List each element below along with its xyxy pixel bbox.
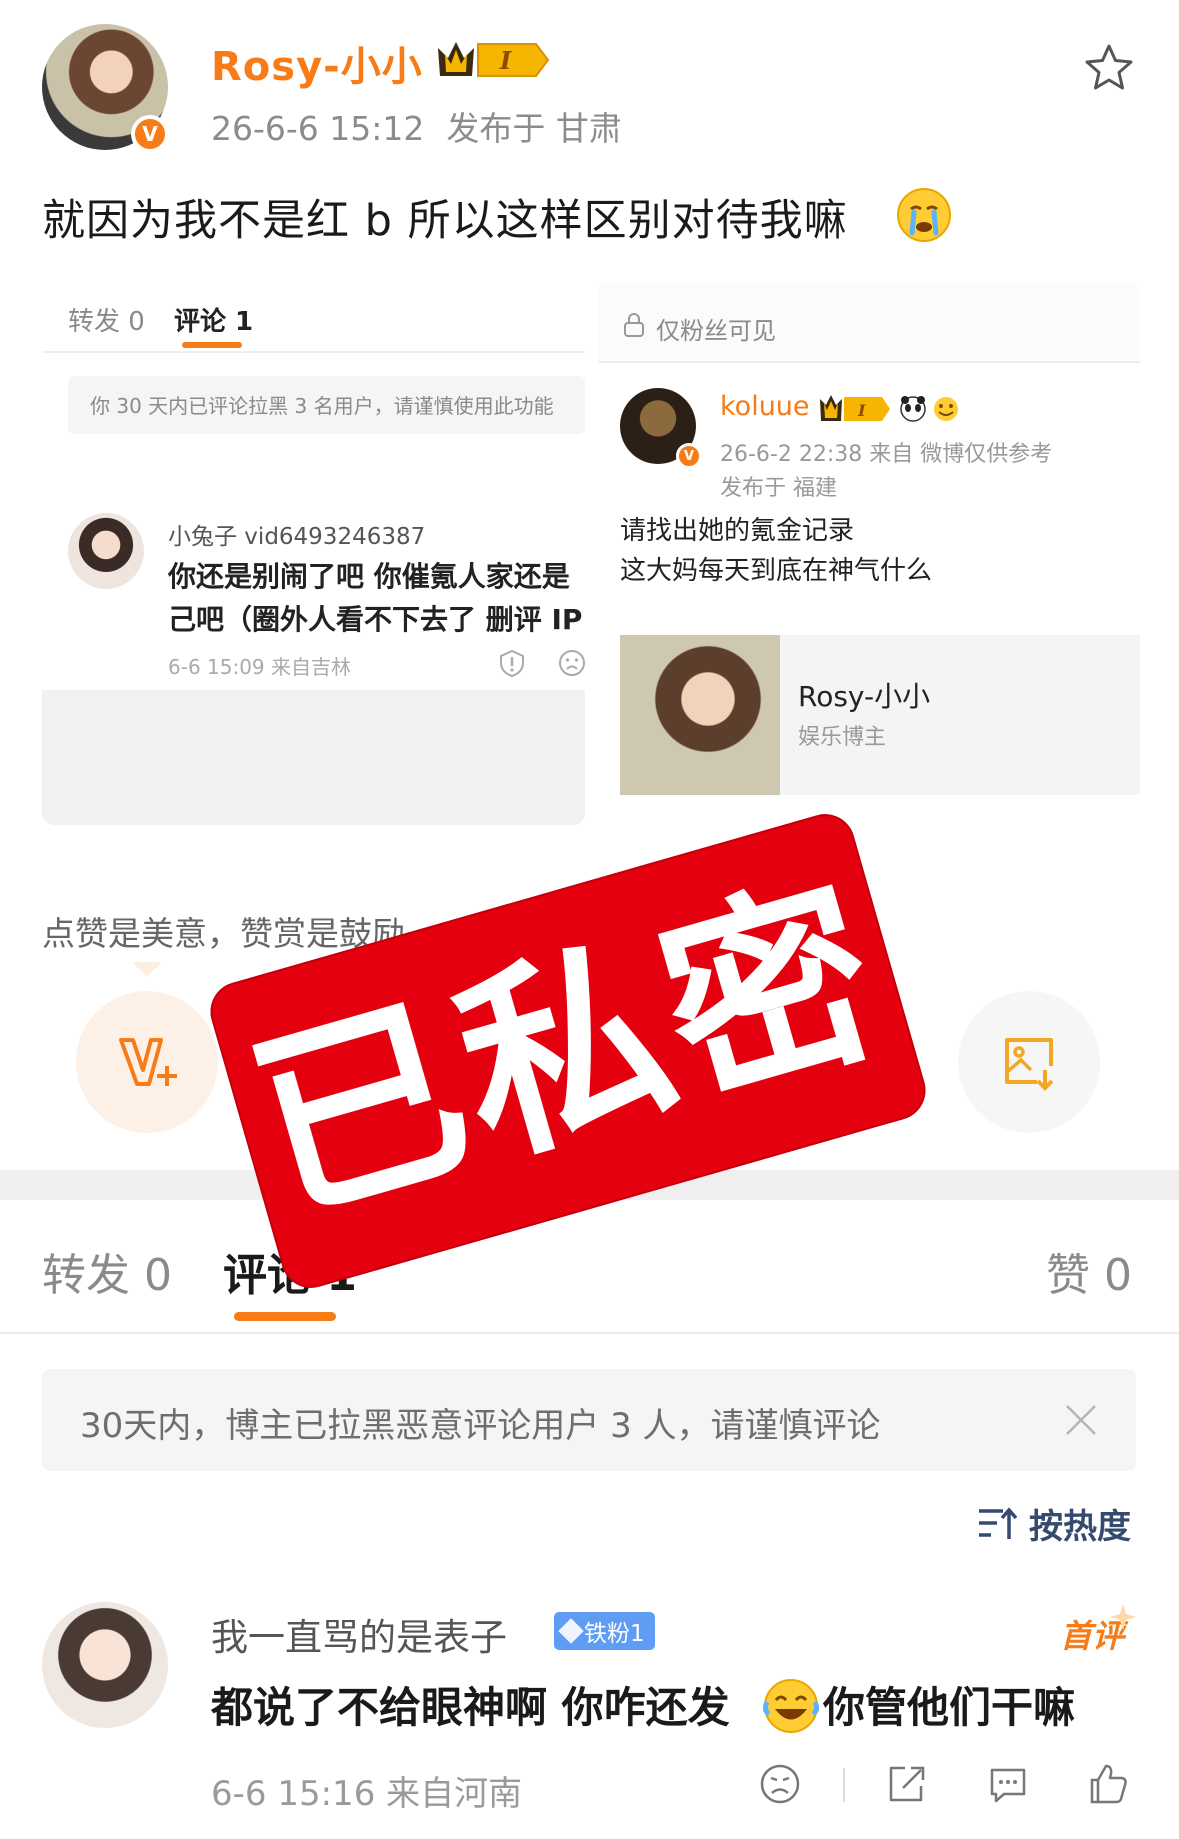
crown-level-badge-icon: I — [438, 42, 550, 77]
embedded-tab-underline — [182, 342, 242, 348]
comment-text-continued: 你管他们干嘛 — [823, 1683, 1076, 1732]
reply-icon[interactable] — [986, 1762, 1030, 1806]
embedded-tab-bar: 转发 0 评论 1 — [42, 285, 585, 353]
post-text: 就因为我不是红 b 所以这样区别对待我嘛 — [42, 196, 848, 246]
tab-repost[interactable]: 转发 0 — [42, 1239, 172, 1303]
visibility-label: 仅粉丝可见 — [656, 317, 776, 345]
embedded-post-location: 发布于 福建 — [720, 476, 837, 501]
crying-emoji-icon — [897, 188, 951, 242]
embedded-tab-repost: 转发 0 — [68, 307, 145, 337]
share-icon[interactable] — [883, 1762, 927, 1806]
report-icon — [500, 649, 524, 678]
save-image-icon — [1005, 1038, 1054, 1091]
author-name[interactable]: Rosy-小小 — [211, 34, 423, 92]
fan-badge: 铁粉1 — [554, 1612, 655, 1650]
lock-icon — [624, 313, 644, 337]
embedded-blacklist-notice: 你 30 天内已评论拉黑 3 名用户，请谨慎使用此功能 — [68, 376, 585, 434]
embedded-commenter-avatar — [68, 513, 144, 589]
embedded-profile-card: Rosy-小小 娱乐博主 — [620, 635, 1140, 795]
embedded-badges-icon: I — [820, 395, 958, 422]
action-separator — [843, 1768, 845, 1802]
embedded-post-meta: 26-6-2 22:38 来自 微博仅供参考 — [720, 442, 1053, 467]
tabs-divider — [0, 1332, 1179, 1334]
reward-v-plus-icon — [119, 1038, 177, 1086]
embedded-comment-meta: 6-6 15:09 来自吉林 — [168, 655, 352, 679]
embedded-comment-line-2: 己吧（圈外人看不下去了 删评 IP — [168, 603, 583, 636]
comment-text: 都说了不给眼神啊 你咋还发 — [211, 1683, 730, 1732]
embedded-screenshot-left: 转发 0 评论 1 你 30 天内已评论拉黑 3 名用户，请谨慎使用此功能 小兔… — [42, 285, 585, 825]
save-image-button[interactable] — [958, 991, 1100, 1133]
embedded-commenter-name: 小兔子 vid6493246387 — [168, 524, 426, 550]
embedded-card-name: Rosy-小小 — [798, 680, 931, 713]
embedded-visibility-bar: 仅粉丝可见 — [598, 283, 1140, 363]
privacy-stamp: 已私密 — [203, 807, 933, 1295]
tab-likes[interactable]: 赞 0 — [1046, 1239, 1132, 1303]
comment-meta: 6-6 15:16 来自河南 — [211, 1774, 523, 1814]
like-thumb-icon[interactable] — [1086, 1762, 1130, 1806]
embedded-author-name: koluue — [720, 391, 810, 422]
dislike-icon[interactable] — [758, 1762, 802, 1806]
active-tab-indicator — [234, 1312, 336, 1321]
embedded-tab-comment: 评论 1 — [174, 307, 254, 337]
commenter-name[interactable]: 我一直骂的是表子 — [211, 1607, 507, 1661]
reward-button[interactable] — [76, 991, 218, 1133]
post-time: 26-6-6 15:12 — [211, 109, 425, 148]
blacklist-notice: 30天内，博主已拉黑恶意评论用户 3 人，请谨慎评论 — [42, 1369, 1136, 1471]
dislike-face-icon — [559, 650, 585, 676]
crown-level-text: I — [499, 46, 512, 75]
verified-icon: V — [131, 115, 169, 153]
post-meta: 26-6-6 15:12 发布于 甘肃 — [211, 102, 644, 150]
close-icon[interactable] — [1062, 1401, 1100, 1439]
laugh-cry-emoji-icon — [763, 1679, 819, 1733]
embedded-badge-level: I — [857, 401, 866, 420]
embedded-screenshot-right: 仅粉丝可见 V koluue I 26-6-2 22:38 来自 微博仅供参考 … — [598, 283, 1140, 800]
embedded-comment-line-1: 你还是别闹了吧 你催氪人家还是 — [168, 560, 570, 593]
embedded-post-text: 请找出她的氪金记录 这大妈每天到底在神气什么 — [620, 511, 932, 591]
favorite-star-icon[interactable] — [1083, 42, 1135, 94]
sparkle-icon — [1110, 1604, 1136, 1630]
sort-by-hot-button[interactable]: 按热度 — [1029, 1499, 1131, 1548]
fan-badge-label: 铁粉1 — [584, 1621, 645, 1647]
commenter-avatar[interactable] — [42, 1602, 168, 1728]
embedded-card-role: 娱乐博主 — [798, 725, 887, 750]
sort-icon[interactable] — [977, 1505, 1017, 1541]
post-location: 发布于 甘肃 — [446, 109, 622, 148]
reward-pointer — [132, 962, 162, 977]
embedded-post-line-1: 请找出她的氪金记录 — [620, 516, 855, 546]
embedded-comment-text: 你还是别闹了吧 你催氪人家还是 己吧（圈外人看不下去了 删评 IP — [168, 555, 585, 641]
embedded-empty-area — [42, 690, 585, 825]
embedded-post-line-2: 这大妈每天到底在神气什么 — [620, 556, 933, 586]
diamond-icon — [558, 1618, 584, 1644]
embedded-card-image — [620, 635, 780, 795]
embedded-verified-icon: V — [676, 443, 702, 469]
